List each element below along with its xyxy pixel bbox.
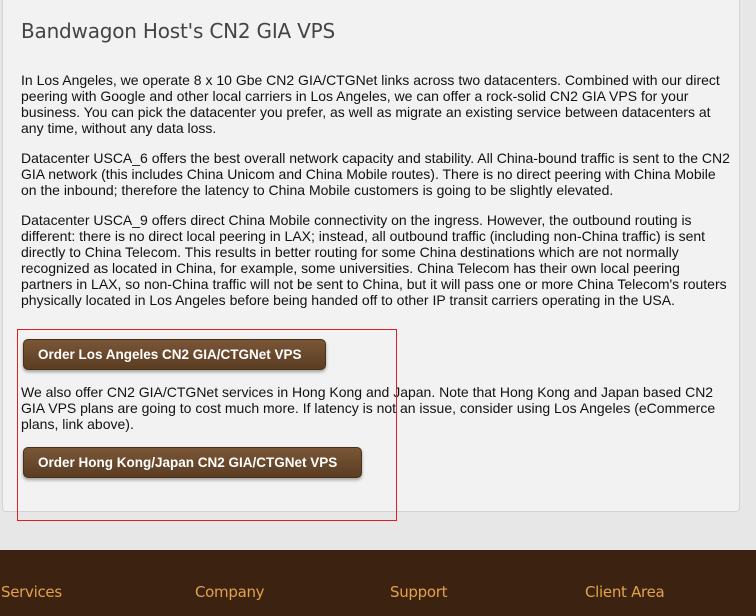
footer-link-company[interactable]: Company xyxy=(195,583,265,601)
footer-link-services[interactable]: Services xyxy=(1,583,62,601)
page-title: Bandwagon Host's CN2 GIA VPS xyxy=(21,19,336,43)
site-footer: Services Company Support Client Area xyxy=(0,550,756,616)
paragraph-usca6: Datacenter USCA_6 offers the best overal… xyxy=(21,150,730,198)
footer-link-support[interactable]: Support xyxy=(390,583,448,601)
order-hong-kong-japan-button[interactable]: Order Hong Kong/Japan CN2 GIA/CTGNet VPS xyxy=(23,447,362,478)
order-los-angeles-button[interactable]: Order Los Angeles CN2 GIA/CTGNet VPS xyxy=(23,339,326,370)
paragraph-hong-kong-japan: We also offer CN2 GIA/CTGNet services in… xyxy=(21,384,716,432)
paragraph-los-angeles: In Los Angeles, we operate 8 x 10 Gbe CN… xyxy=(21,72,720,136)
paragraph-usca9: Datacenter USCA_9 offers direct China Mo… xyxy=(21,212,727,308)
footer-link-client-area[interactable]: Client Area xyxy=(585,583,665,601)
